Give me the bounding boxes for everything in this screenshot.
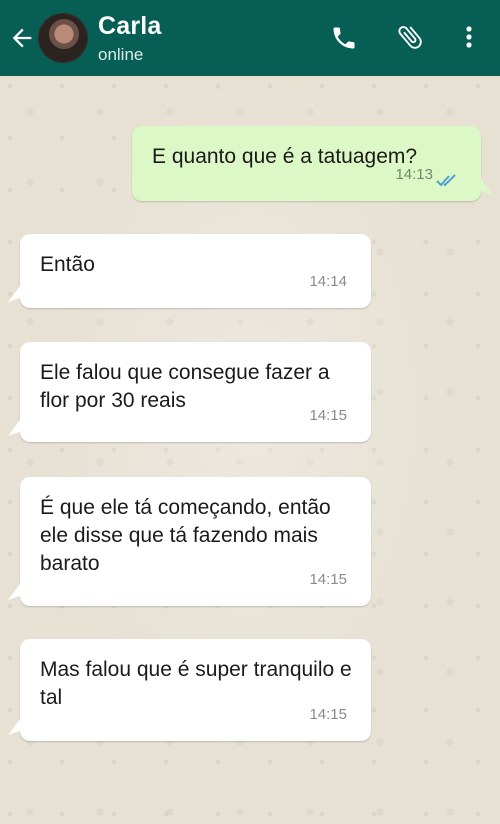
message-bubble-incoming[interactable]: Mas falou que é super tranquilo e tal 14… (20, 639, 371, 741)
message-time: 14:13 (395, 166, 433, 183)
message-text: Mas falou que é super tranquilo e tal (40, 658, 352, 709)
avatar[interactable] (38, 13, 88, 63)
contact-status: online (98, 45, 144, 64)
contact-name[interactable]: Carla (98, 12, 162, 41)
more-vertical-icon[interactable] (458, 22, 480, 52)
double-check-icon (436, 174, 456, 187)
phone-icon[interactable] (330, 24, 358, 52)
message-text: Ele falou que consegue fazer a flor por … (40, 361, 330, 412)
message-text: Então (40, 253, 95, 276)
chat-header: Carla online (0, 0, 500, 76)
message-text: É que ele tá começando, então ele disse … (40, 496, 331, 575)
message-bubble-outgoing[interactable]: E quanto que é a tatuagem? 14:13 (132, 126, 481, 201)
message-bubble-incoming[interactable]: É que ele tá começando, então ele disse … (20, 477, 371, 606)
arrow-left-icon[interactable] (8, 24, 36, 52)
paperclip-icon[interactable] (393, 22, 427, 52)
message-time: 14:14 (309, 273, 347, 290)
message-bubble-incoming[interactable]: Então 14:14 (20, 234, 371, 308)
message-time: 14:15 (309, 706, 347, 723)
chat-background: E quanto que é a tatuagem? 14:13 Então 1… (0, 76, 500, 824)
whatsapp-chat-screen: Carla online E quanto que é a tatuagem? … (0, 0, 500, 824)
message-bubble-incoming[interactable]: Ele falou que consegue fazer a flor por … (20, 342, 371, 442)
message-time: 14:15 (309, 407, 347, 424)
message-time: 14:15 (309, 571, 347, 588)
